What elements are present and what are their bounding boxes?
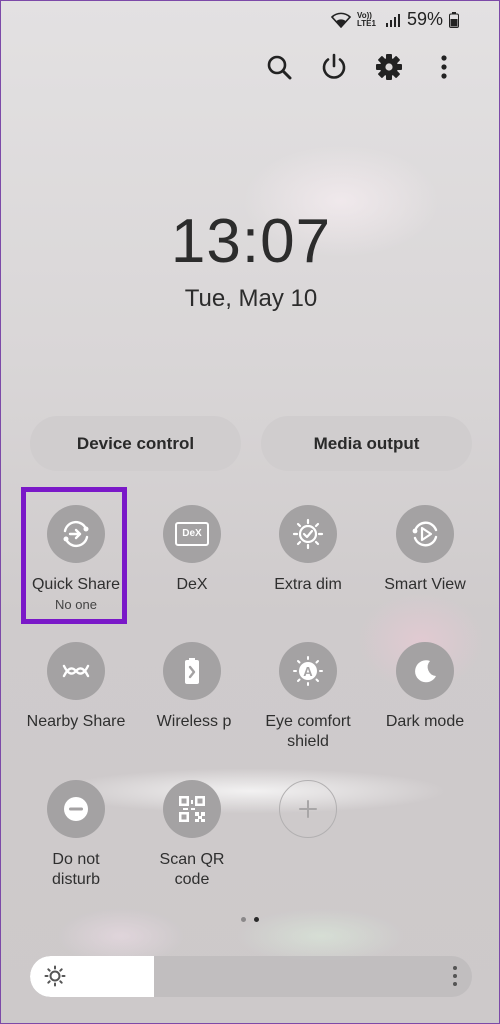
tile-wireless-powershare[interactable]: Wireless p [134, 642, 250, 732]
tile-dex[interactable]: DeX DeX [134, 505, 250, 595]
extra-dim-icon [279, 505, 337, 563]
page-indicator-dot-2 [254, 917, 259, 922]
add-tile-icon [279, 780, 337, 838]
brightness-slider[interactable] [30, 956, 472, 997]
eye-comfort-shield-icon: A [279, 642, 337, 700]
nearby-share-icon [47, 642, 105, 700]
tile-smart-view[interactable]: Smart View [367, 505, 483, 595]
media-output-button[interactable]: Media output [261, 416, 472, 471]
tile-eye-comfort-shield[interactable]: A Eye comfort shield [250, 642, 366, 752]
tile-label: Smart View [384, 576, 466, 593]
device-control-button[interactable]: Device control [30, 416, 241, 471]
sun-icon [44, 965, 66, 992]
eye-comfort-icon-text: A [303, 664, 313, 679]
dark-mode-icon [396, 642, 454, 700]
clock-date[interactable]: Tue, May 10 [1, 285, 500, 313]
tile-label: DeX [176, 576, 208, 593]
dex-icon-text: DeX [175, 522, 209, 546]
tile-label: Nearby Share [26, 713, 126, 730]
wifi-icon [330, 12, 351, 28]
status-bar: Vo)) LTE1 59% [330, 9, 459, 30]
tile-scan-qr-code[interactable]: Scan QR code [134, 780, 250, 890]
tile-extra-dim[interactable]: Extra dim [250, 505, 366, 595]
more-options-icon[interactable] [426, 49, 462, 85]
tile-nearby-share[interactable]: Nearby Share [18, 642, 134, 732]
wireless-powershare-icon [163, 642, 221, 700]
tile-dark-mode[interactable]: Dark mode [367, 642, 483, 732]
tile-label: Wireless p [156, 713, 232, 730]
settings-icon[interactable] [371, 49, 407, 85]
tile-label: Do not disturb [51, 851, 101, 888]
signal-icon [385, 12, 401, 28]
more-vertical-icon[interactable] [452, 965, 458, 992]
tile-label: Dark mode [385, 713, 465, 730]
qr-code-icon [163, 780, 221, 838]
smart-view-icon [396, 505, 454, 563]
search-icon[interactable] [261, 49, 297, 85]
power-icon[interactable] [316, 49, 352, 85]
volte-lte-icon: Vo)) LTE1 [356, 10, 376, 28]
tile-do-not-disturb[interactable]: Do not disturb [18, 780, 134, 890]
tile-label: Extra dim [274, 576, 342, 593]
clock-time[interactable]: 13:07 [1, 206, 500, 277]
do-not-disturb-icon [47, 780, 105, 838]
tile-add[interactable] [250, 780, 366, 838]
tile-label: Scan QR code [159, 851, 225, 888]
quick-share-highlight [21, 487, 127, 624]
quick-panel: Vo)) LTE1 59% 13:07 Tue, May 10 Device c… [0, 0, 500, 1024]
page-indicator-dot-1 [241, 917, 246, 922]
tile-label: Eye comfort shield [265, 713, 351, 750]
battery-icon [449, 11, 459, 28]
battery-percent: 59% [406, 9, 443, 29]
dex-icon: DeX [163, 505, 221, 563]
